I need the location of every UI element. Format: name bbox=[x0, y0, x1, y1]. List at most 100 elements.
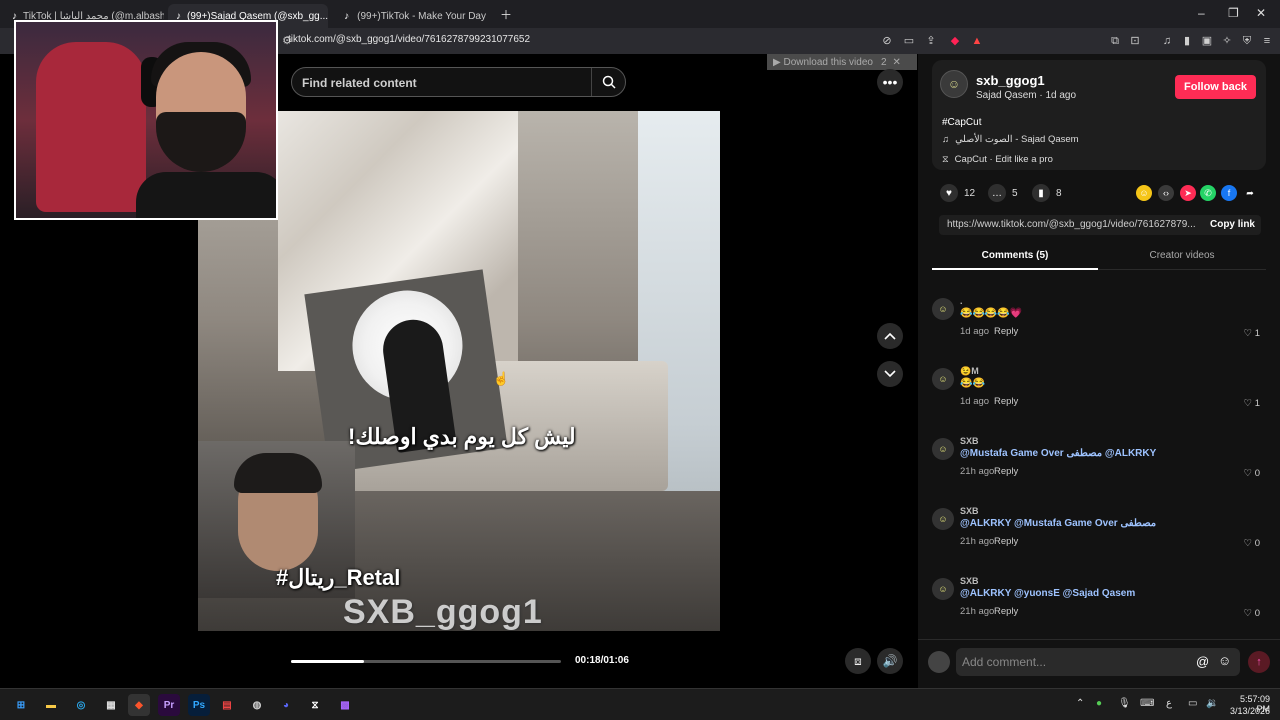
follow-back-button[interactable]: Follow back bbox=[1175, 75, 1256, 99]
previous-video-button[interactable] bbox=[877, 323, 903, 349]
search-box[interactable] bbox=[291, 67, 626, 97]
network-tray-icon[interactable]: ● bbox=[1096, 698, 1102, 709]
capcut-taskbar-icon[interactable]: ⧖ bbox=[304, 694, 326, 716]
copy-link-button[interactable]: Copy link bbox=[1210, 219, 1255, 230]
reply-button[interactable]: Reply bbox=[994, 606, 1018, 617]
tab-tiktok-home[interactable]: ♪ (99+)TikTok - Make Your Day bbox=[334, 4, 494, 28]
cast-icon[interactable]: ▭ bbox=[902, 34, 916, 48]
tab-comments[interactable]: Comments (5) bbox=[932, 244, 1098, 270]
discord-icon[interactable]: ◕ bbox=[275, 694, 297, 716]
sidebar-icon[interactable]: ▮ bbox=[1180, 34, 1194, 48]
commenter-avatar[interactable]: ☺ bbox=[932, 298, 954, 320]
next-video-button[interactable] bbox=[877, 361, 903, 387]
language-indicator[interactable]: ع bbox=[1166, 698, 1172, 709]
keyboard-icon[interactable]: ⌨ bbox=[1140, 698, 1154, 709]
leo-ai-icon[interactable]: ✧ bbox=[1220, 34, 1234, 48]
whatsapp-icon[interactable]: ✆ bbox=[1200, 185, 1216, 201]
reply-button[interactable]: Reply bbox=[994, 536, 1018, 547]
mention-icon[interactable]: @ bbox=[1196, 654, 1209, 669]
pip-button[interactable]: ⧈ bbox=[845, 648, 871, 674]
brave-shield-icon[interactable]: ◆ bbox=[948, 34, 962, 48]
menu-icon[interactable]: ≡ bbox=[1260, 34, 1274, 48]
commenter-name[interactable]: SXB bbox=[960, 436, 979, 446]
vpn-icon[interactable]: ⛨ bbox=[1240, 34, 1254, 48]
comment-like-button[interactable]: ♡ 1 bbox=[1244, 328, 1260, 339]
url-field[interactable]: tiktok.com/@sxb_ggog1/video/761627879923… bbox=[288, 34, 530, 45]
no-tracking-icon[interactable]: ⊘ bbox=[880, 34, 894, 48]
close-window-button[interactable]: ✕ bbox=[1256, 6, 1266, 20]
media-icon[interactable]: ♫ bbox=[1160, 34, 1174, 48]
chevron-up-icon[interactable]: ⌃ bbox=[1076, 698, 1084, 709]
creator-avatar[interactable]: ☺ bbox=[940, 70, 968, 98]
video-watermark: SXB_ggog1 bbox=[343, 593, 543, 631]
comment-like-button[interactable]: ♡ 0 bbox=[1244, 538, 1260, 549]
share-page-icon[interactable]: ⇪ bbox=[924, 34, 938, 48]
commenter-avatar[interactable]: ☺ bbox=[932, 438, 954, 460]
minimize-button[interactable]: – bbox=[1198, 6, 1205, 20]
screenshot-icon[interactable]: ⊡ bbox=[1128, 34, 1142, 48]
wallet-icon[interactable]: ▣ bbox=[1200, 34, 1214, 48]
comment-button[interactable]: … 5 bbox=[988, 184, 1018, 202]
microphone-icon[interactable]: 🎙 bbox=[1118, 698, 1131, 709]
commenter-name[interactable]: 😉M bbox=[960, 366, 979, 377]
sound-link[interactable]: ♫ الصوت الأصلي - Sajad Qasem bbox=[942, 134, 1079, 145]
download-count: 2 bbox=[880, 56, 887, 68]
extensions-icon[interactable]: ⧉ bbox=[1108, 34, 1122, 48]
emoji-icon[interactable]: ☺ bbox=[1218, 653, 1231, 668]
commenter-name[interactable]: SXB bbox=[960, 576, 979, 586]
timecode: 00:18/01:06 bbox=[575, 655, 629, 666]
download-video-banner[interactable]: ▶ Download this video 2 ✕ bbox=[767, 54, 917, 70]
photoshop-icon[interactable]: Ps bbox=[188, 694, 210, 716]
comment-time: 21h ago bbox=[960, 536, 995, 547]
wifi-icon[interactable]: ▭ bbox=[1188, 698, 1197, 709]
search-button[interactable] bbox=[591, 68, 625, 96]
share-link-box: https://www.tiktok.com/@sxb_ggog1/video/… bbox=[939, 215, 1261, 235]
commenter-avatar[interactable]: ☺ bbox=[932, 508, 954, 530]
send-to-friends-icon[interactable]: ➤ bbox=[1180, 185, 1196, 201]
comment-like-button[interactable]: ♡ 1 bbox=[1244, 398, 1260, 409]
tab-creator-videos[interactable]: Creator videos bbox=[1098, 244, 1266, 270]
more-options-button[interactable]: ••• bbox=[877, 69, 903, 95]
steam-icon[interactable]: ◍ bbox=[246, 694, 268, 716]
commenter-name[interactable]: . bbox=[960, 296, 963, 306]
send-comment-button[interactable]: ↑ bbox=[1248, 651, 1270, 673]
video-sidebar: ☺ sxb_ggog1 Sajad Qasem · 1d ago Follow … bbox=[918, 54, 1280, 688]
edge-icon[interactable]: ◎ bbox=[70, 694, 92, 716]
capcut-link[interactable]: ⧖ CapCut · Edit like a pro bbox=[942, 154, 1053, 165]
save-button[interactable]: ▮ 8 bbox=[1032, 184, 1062, 202]
commenter-name[interactable]: SXB bbox=[960, 506, 979, 516]
new-tab-button[interactable]: ＋ bbox=[500, 6, 512, 23]
start-button[interactable]: ⊞ bbox=[10, 694, 32, 716]
premiere-icon[interactable]: Pr bbox=[158, 694, 180, 716]
maximize-button[interactable]: ❐ bbox=[1228, 6, 1239, 20]
commenter-avatar[interactable]: ☺ bbox=[932, 578, 954, 600]
creator-username[interactable]: sxb_ggog1 bbox=[976, 73, 1045, 88]
commenter-avatar[interactable]: ☺ bbox=[932, 368, 954, 390]
reply-button[interactable]: Reply bbox=[994, 396, 1018, 407]
reply-button[interactable]: Reply bbox=[994, 466, 1018, 477]
store-icon[interactable]: ▦ bbox=[100, 694, 122, 716]
share-friends-icon[interactable]: ☺ bbox=[1136, 185, 1152, 201]
obs-icon[interactable]: ▩ bbox=[334, 694, 356, 716]
comment-like-button[interactable]: ♡ 0 bbox=[1244, 608, 1260, 619]
brave-rewards-icon[interactable]: ▲ bbox=[970, 34, 984, 48]
comment-like-button[interactable]: ♡ 0 bbox=[1244, 468, 1260, 479]
clock-date[interactable]: 3/13/2026 bbox=[1224, 706, 1270, 716]
sidebar-tabs: Comments (5) Creator videos bbox=[932, 244, 1266, 270]
file-explorer-icon[interactable]: ▬ bbox=[40, 694, 62, 716]
share-link-url[interactable]: https://www.tiktok.com/@sxb_ggog1/video/… bbox=[947, 219, 1196, 230]
embed-code-icon[interactable]: ‹› bbox=[1158, 185, 1174, 201]
share-arrow-icon[interactable]: ➦ bbox=[1242, 185, 1258, 201]
brave-icon[interactable]: ◆ bbox=[128, 694, 150, 716]
facebook-icon[interactable]: f bbox=[1221, 185, 1237, 201]
volume-button[interactable]: 🔊 bbox=[877, 648, 903, 674]
reply-button[interactable]: Reply bbox=[994, 326, 1018, 337]
app-icon[interactable]: ▤ bbox=[216, 694, 238, 716]
like-button[interactable]: ♥ 12 bbox=[940, 184, 975, 202]
volume-icon[interactable]: 🔉 bbox=[1206, 698, 1218, 709]
bookmark-icon: ▮ bbox=[1032, 184, 1050, 202]
progress-bar[interactable] bbox=[291, 660, 561, 663]
close-icon[interactable]: ✕ bbox=[893, 57, 901, 68]
hashtag-link[interactable]: #CapCut bbox=[942, 117, 981, 128]
search-input[interactable] bbox=[302, 74, 582, 92]
